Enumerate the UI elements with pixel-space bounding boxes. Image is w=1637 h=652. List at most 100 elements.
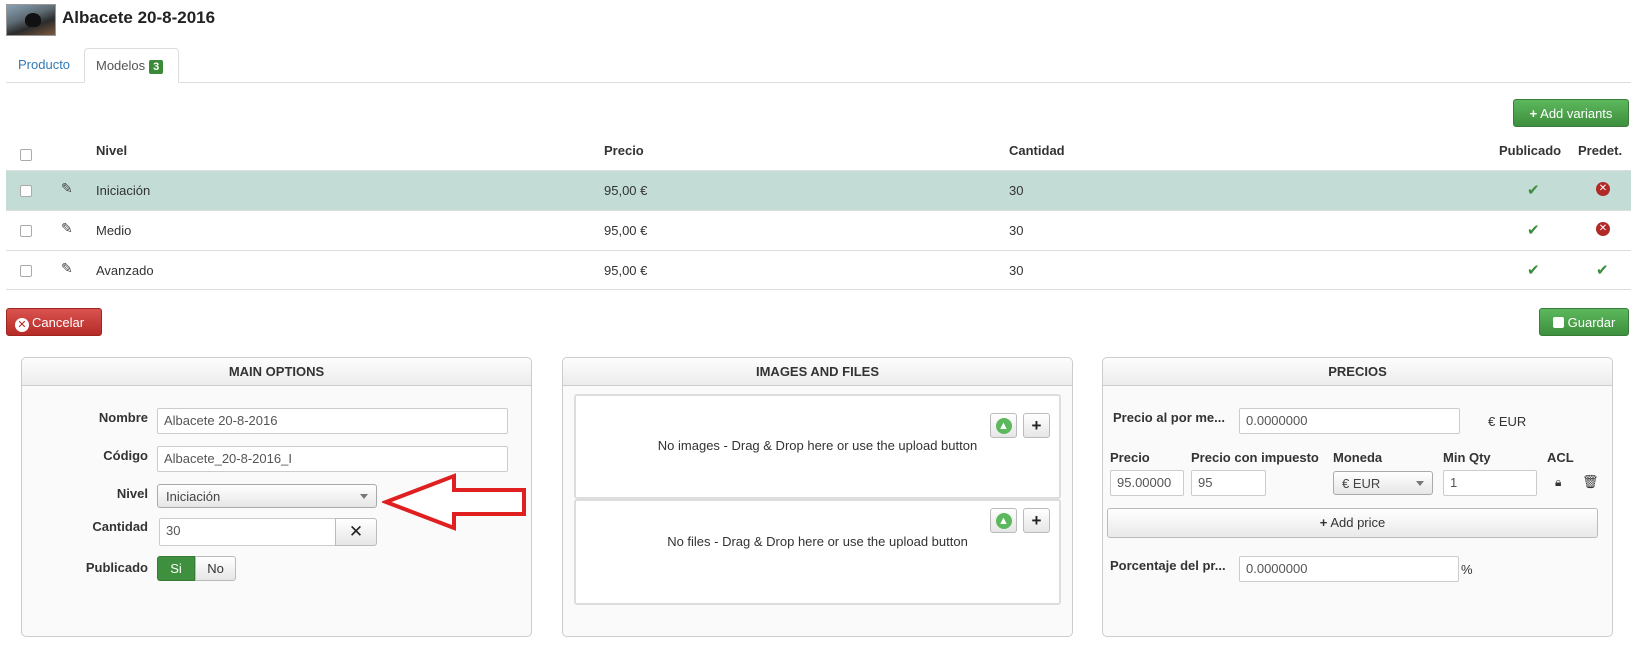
min-qty-input[interactable]: 1 <box>1443 470 1537 496</box>
check-icon[interactable]: ✔ <box>1527 261 1540 279</box>
times-circle-icon[interactable]: ✕ <box>1596 182 1610 196</box>
pencil-icon[interactable]: ✎ <box>61 180 73 197</box>
cancel-label: Cancelar <box>32 315 85 330</box>
clear-cantidad-button[interactable]: ✕ <box>335 518 377 546</box>
upload-icon: ▲ <box>995 513 1012 529</box>
page-title: Albacete 20-8-2016 <box>62 8 216 27</box>
plus-icon: + <box>1031 511 1042 530</box>
check-icon[interactable]: ✔ <box>1527 181 1540 199</box>
main-options-title: MAIN OPTIONS <box>22 358 531 386</box>
precio-por-mayor-currency: € EUR <box>1488 414 1527 429</box>
check-icon[interactable]: ✔ <box>1527 221 1540 239</box>
table-row[interactable]: ✎ Medio 95,00 € 30 ✔ ✕ <box>6 210 1631 250</box>
cancel-button[interactable]: ✕ Cancelar <box>6 308 102 336</box>
nivel-select-value: Iniciación <box>166 489 221 504</box>
row-checkbox[interactable] <box>20 265 32 277</box>
add-variants-button[interactable]: + Add variants <box>1513 99 1629 127</box>
nombre-label: Nombre <box>98 410 148 425</box>
add-image-button[interactable]: + <box>1023 413 1050 438</box>
acl-column-label: ACL <box>1547 450 1574 465</box>
cell-precio: 95,00 € <box>604 263 648 278</box>
pencil-icon[interactable]: ✎ <box>61 220 73 237</box>
plus-icon: + <box>1319 515 1328 530</box>
save-icon <box>1552 317 1564 328</box>
nivel-select[interactable]: Iniciación <box>157 484 377 508</box>
cell-cantidad: 30 <box>1009 223 1024 238</box>
column-header-publicado[interactable]: Publicado <box>1499 143 1561 158</box>
save-button[interactable]: Guardar <box>1539 308 1629 336</box>
table-row[interactable]: ✎ Iniciación 95,00 € 30 ✔ ✕ <box>6 170 1631 210</box>
publicado-no-toggle[interactable]: No <box>195 556 236 581</box>
precio-input[interactable]: 95.00000 <box>1110 470 1184 496</box>
save-label: Guardar <box>1567 315 1616 330</box>
precios-title: PRECIOS <box>1103 358 1612 386</box>
column-header-cantidad[interactable]: Cantidad <box>1009 143 1065 158</box>
chevron-down-icon <box>360 494 368 499</box>
product-thumbnail <box>6 4 56 36</box>
lock-icon[interactable]: 🔒︎ <box>1555 475 1561 490</box>
codigo-input[interactable]: Albacete_20-8-2016_I <box>157 446 508 472</box>
images-files-title: IMAGES AND FILES <box>563 358 1072 386</box>
porcentaje-unit: % <box>1461 562 1473 577</box>
precio-column-label: Precio <box>1110 450 1150 465</box>
cantidad-input[interactable]: 30 <box>159 518 336 546</box>
moneda-select-value: € EUR <box>1342 476 1381 491</box>
add-file-button[interactable]: + <box>1023 508 1050 533</box>
tab-modelos[interactable]: Modelos 3 <box>84 48 179 83</box>
cell-nivel: Avanzado <box>96 263 154 278</box>
red-arrow-annotation <box>382 473 526 531</box>
upload-image-button[interactable]: ▲ <box>990 413 1017 438</box>
plus-icon: + <box>1031 416 1042 435</box>
min-qty-column-label: Min Qty <box>1443 450 1491 465</box>
add-price-label: Add price <box>1330 515 1386 530</box>
column-header-nivel[interactable]: Nivel <box>96 143 127 158</box>
table-row[interactable]: ✎ Avanzado 95,00 € 30 ✔ ✔ <box>6 250 1631 290</box>
cancel-icon: ✕ <box>15 318 29 332</box>
trash-icon[interactable]: 🗑︎ <box>1582 474 1599 490</box>
porcentaje-label: Porcentaje del pr... <box>1110 558 1226 573</box>
pencil-icon[interactable]: ✎ <box>61 260 73 277</box>
moneda-select[interactable]: € EUR <box>1333 471 1433 495</box>
precios-panel: PRECIOS <box>1102 357 1613 637</box>
precio-por-mayor-input[interactable]: 0.0000000 <box>1239 408 1460 434</box>
upload-icon: ▲ <box>995 418 1012 434</box>
cell-cantidad: 30 <box>1009 183 1024 198</box>
cell-nivel: Medio <box>96 223 132 238</box>
cantidad-label: Cantidad <box>92 519 148 534</box>
publicado-si-toggle[interactable]: Si <box>157 556 195 581</box>
tab-producto[interactable]: Producto <box>18 57 70 72</box>
publicado-label: Publicado <box>85 560 148 575</box>
upload-file-button[interactable]: ▲ <box>990 508 1017 533</box>
close-icon: ✕ <box>348 522 364 541</box>
files-dropzone[interactable]: No files - Drag & Drop here or use the u… <box>574 499 1061 605</box>
tab-modelos-label: Modelos <box>96 58 146 73</box>
chevron-down-icon <box>1416 481 1424 486</box>
moneda-column-label: Moneda <box>1333 450 1383 465</box>
cell-precio: 95,00 € <box>604 223 648 238</box>
cell-cantidad: 30 <box>1009 263 1024 278</box>
select-all-checkbox[interactable] <box>20 149 32 161</box>
add-price-button[interactable]: + Add price <box>1107 508 1598 538</box>
modelos-count-badge: 3 <box>149 60 164 74</box>
codigo-label: Código <box>103 448 148 463</box>
cell-nivel: Iniciación <box>96 183 151 198</box>
nivel-label: Nivel <box>116 486 148 501</box>
precio-impuesto-column-label: Precio con impuesto <box>1191 450 1319 465</box>
plus-icon: + <box>1529 106 1538 121</box>
files-dropzone-text: No files - Drag & Drop here or use the u… <box>667 534 968 549</box>
nombre-input[interactable]: Albacete 20-8-2016 <box>157 408 508 434</box>
cell-precio: 95,00 € <box>604 183 648 198</box>
tabs-divider <box>6 82 1631 83</box>
row-checkbox[interactable] <box>20 185 32 197</box>
column-header-predet[interactable]: Predet. <box>1578 143 1622 158</box>
check-icon[interactable]: ✔ <box>1596 261 1609 279</box>
precio-por-mayor-label: Precio al por me... <box>1113 410 1225 425</box>
add-variants-label: Add variants <box>1540 106 1613 121</box>
precio-impuesto-input[interactable]: 95 <box>1191 470 1266 496</box>
times-circle-icon[interactable]: ✕ <box>1596 222 1610 236</box>
images-dropzone[interactable]: No images - Drag & Drop here or use the … <box>574 394 1061 499</box>
row-checkbox[interactable] <box>20 225 32 237</box>
column-header-precio[interactable]: Precio <box>604 143 644 158</box>
images-dropzone-text: No images - Drag & Drop here or use the … <box>657 438 978 453</box>
porcentaje-input[interactable]: 0.0000000 <box>1239 556 1459 582</box>
